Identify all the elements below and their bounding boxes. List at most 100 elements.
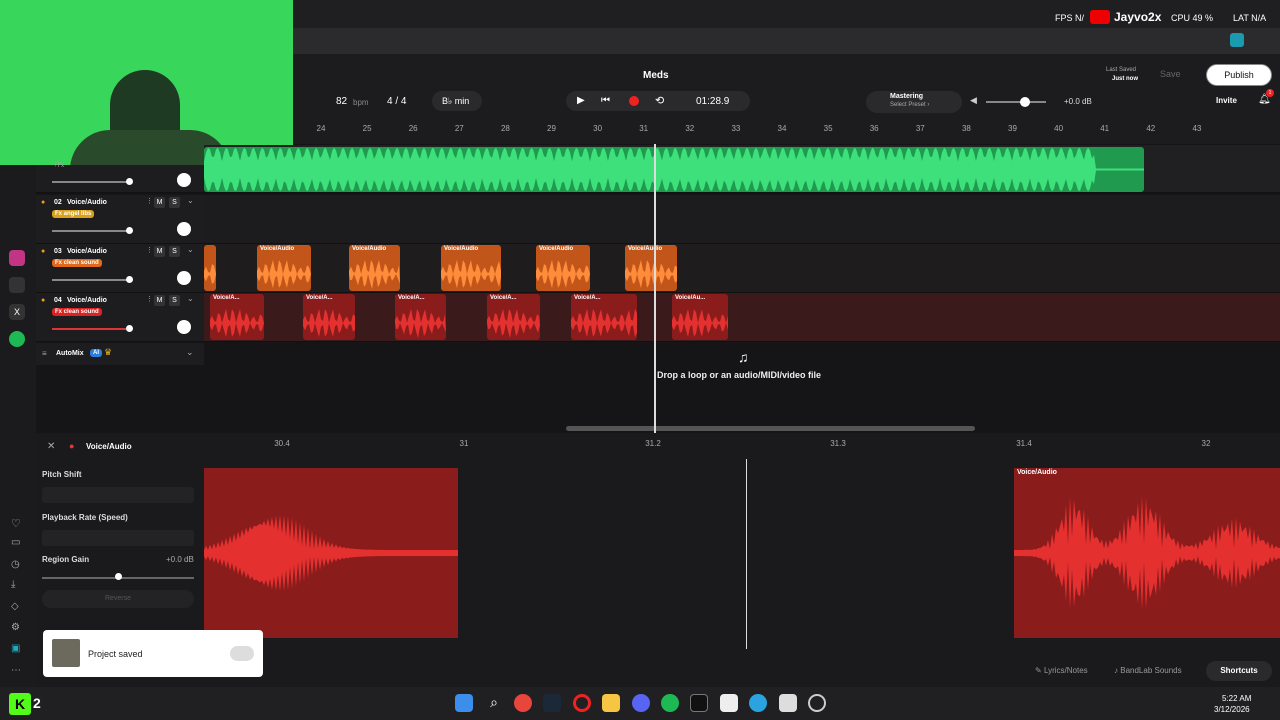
track-1-volume[interactable] [126,178,133,185]
time-signature[interactable]: 4 / 4 [387,96,406,107]
track-volume[interactable] [126,276,133,283]
automix-row[interactable]: ≡ AutoMix AI ♛ ⌄ [36,343,204,365]
audio-clip[interactable]: Voice/A... [571,294,637,340]
chevron-down-icon[interactable]: ⌄ [186,347,194,358]
playback-rate-stepper[interactable] [42,530,194,546]
telegram-icon[interactable] [749,694,767,712]
playhead[interactable] [654,144,656,433]
solo-button[interactable]: S [169,246,180,257]
close-icon[interactable]: ✕ [47,441,55,452]
track-pan[interactable] [177,271,191,285]
gear-icon[interactable]: ⚙ [11,622,20,633]
track-name[interactable]: Voice/Audio [67,199,107,206]
publish-button[interactable]: Publish [1206,64,1272,86]
opera-icon[interactable] [573,694,591,712]
shortcuts-button[interactable]: Shortcuts [1206,661,1272,681]
more-icon[interactable]: ⋮ [146,295,153,303]
fx-badge[interactable]: Fx clean sound [52,259,102,267]
mute-button[interactable]: M [154,295,165,306]
pitch-shift-stepper[interactable] [42,487,194,503]
lyrics-notes-button[interactable]: ✎ Lyrics/Notes [1035,666,1088,675]
editor-clip-left[interactable] [204,468,458,638]
editor-ruler[interactable]: 30.4 31 31.2 31.3 31.4 32 [204,435,1280,455]
chevron-down-icon[interactable]: ⌄ [187,245,194,254]
windows-start-icon[interactable] [455,694,473,712]
spotify-taskbar-icon[interactable] [661,694,679,712]
loop-icon[interactable]: ⟲ [655,94,664,107]
solo-button[interactable]: S [169,295,180,306]
audio-clip[interactable] [204,245,216,291]
track-name[interactable]: Voice/Audio [67,248,107,255]
chevron-down-icon[interactable]: ⌄ [187,196,194,205]
audio-clip[interactable]: Voice/Audio [349,245,400,291]
drop-zone[interactable]: ♫ Drop a loop or an audio/MIDI/video fil… [204,343,1280,433]
track-4-header[interactable]: ● 04 Voice/Audio Fx clean sound ⋮ M S ⌄ [36,293,204,342]
profile-icon[interactable] [1230,33,1244,47]
audio-clip[interactable]: Voice/A... [303,294,355,340]
track-4-lane[interactable]: Voice/A... Voice/A... Voice/A... Voice/A...… [204,293,1280,342]
audio-clip[interactable]: Voice/Audio [441,245,501,291]
rewind-icon[interactable]: ⏮ [601,95,610,106]
speaker-icon[interactable]: ◀ [970,95,977,106]
track-1-clip[interactable] [204,147,1144,192]
more-icon[interactable]: ⋯ [11,665,21,676]
x-icon[interactable]: X [9,304,25,320]
record-button[interactable] [629,96,639,106]
track-volume[interactable] [126,325,133,332]
mute-button[interactable]: M [154,246,165,257]
play-icon[interactable]: ▶ [577,95,585,106]
audio-clip[interactable]: Voice/Audio [625,245,677,291]
save-button[interactable]: Save [1160,69,1181,79]
editor-playhead[interactable] [746,459,747,649]
track-1-header[interactable]: +Fx [36,163,204,193]
search-icon[interactable]: ⌕ [485,694,503,712]
editor-clip-right[interactable]: Voice/Audio [1014,468,1280,638]
toast-close[interactable] [230,646,254,661]
track-pan[interactable] [177,320,191,334]
file-icon[interactable] [720,694,738,712]
more-icon[interactable]: ⋮ [146,197,153,205]
audio-clip[interactable]: Voice/Audio [536,245,590,291]
capcut-icon[interactable] [779,694,797,712]
track-name[interactable]: 02 [54,199,62,206]
audio-clip[interactable]: Voice/A... [395,294,446,340]
horizontal-scrollbar[interactable] [566,426,975,431]
folder-icon[interactable] [602,694,620,712]
app-icon[interactable]: ▣ [11,643,20,654]
track-name[interactable]: 03 [54,248,62,255]
audio-clip[interactable]: Voice/Audio [257,245,311,291]
track-name[interactable]: 04 [54,297,62,304]
more-icon[interactable]: ⋮ [146,246,153,254]
track-3-header[interactable]: ● 03 Voice/Audio Fx clean sound ⋮ M S ⌄ [36,244,204,293]
invite-button[interactable]: Invite [1216,96,1237,105]
master-volume-knob[interactable] [1020,97,1030,107]
epic-icon[interactable] [690,694,708,712]
tiktok-icon[interactable] [9,277,25,293]
download-icon[interactable]: ⤓ [11,579,15,590]
bpm-value[interactable]: 82 [336,96,347,107]
chevron-down-icon[interactable]: ⌄ [187,294,194,303]
audio-clip[interactable]: Voice/Au... [672,294,728,340]
fx-badge[interactable]: Fx angel libs [52,210,95,218]
fx-badge[interactable]: Fx clean sound [52,308,102,316]
reverse-button[interactable]: Reverse [42,590,194,608]
spotify-icon[interactable] [9,331,25,347]
track-2-header[interactable]: ● 02 Voice/Audio Fx angel libs ⋮ M S ⌄ [36,195,204,244]
solo-button[interactable]: S [169,197,180,208]
discord-icon[interactable] [632,694,650,712]
track-name[interactable]: Voice/Audio [67,297,107,304]
heart-icon[interactable]: ♡ [11,517,21,530]
chrome-icon[interactable] [514,694,532,712]
region-gain-slider[interactable] [115,573,122,580]
obs-icon[interactable] [808,694,826,712]
track-3-lane[interactable]: Voice/Audio Voice/Audio Voice/Audio Voice/A… [204,244,1280,293]
bandlab-sounds-button[interactable]: ♪ BandLab Sounds [1114,666,1182,675]
steam-icon[interactable] [543,694,561,712]
mastering-preset[interactable]: Select Preset › [890,102,929,108]
track-2-lane[interactable] [204,195,1280,244]
mute-button[interactable]: M [154,197,165,208]
timeline-ruler[interactable]: 24 25 26 27 28 29 30 31 32 33 34 35 36 37 38 39 40 41 42 43 [293,120,1280,144]
audio-clip[interactable]: Voice/A... [487,294,540,340]
comment-icon[interactable]: ▭ [11,537,20,548]
instagram-icon[interactable] [9,250,25,266]
